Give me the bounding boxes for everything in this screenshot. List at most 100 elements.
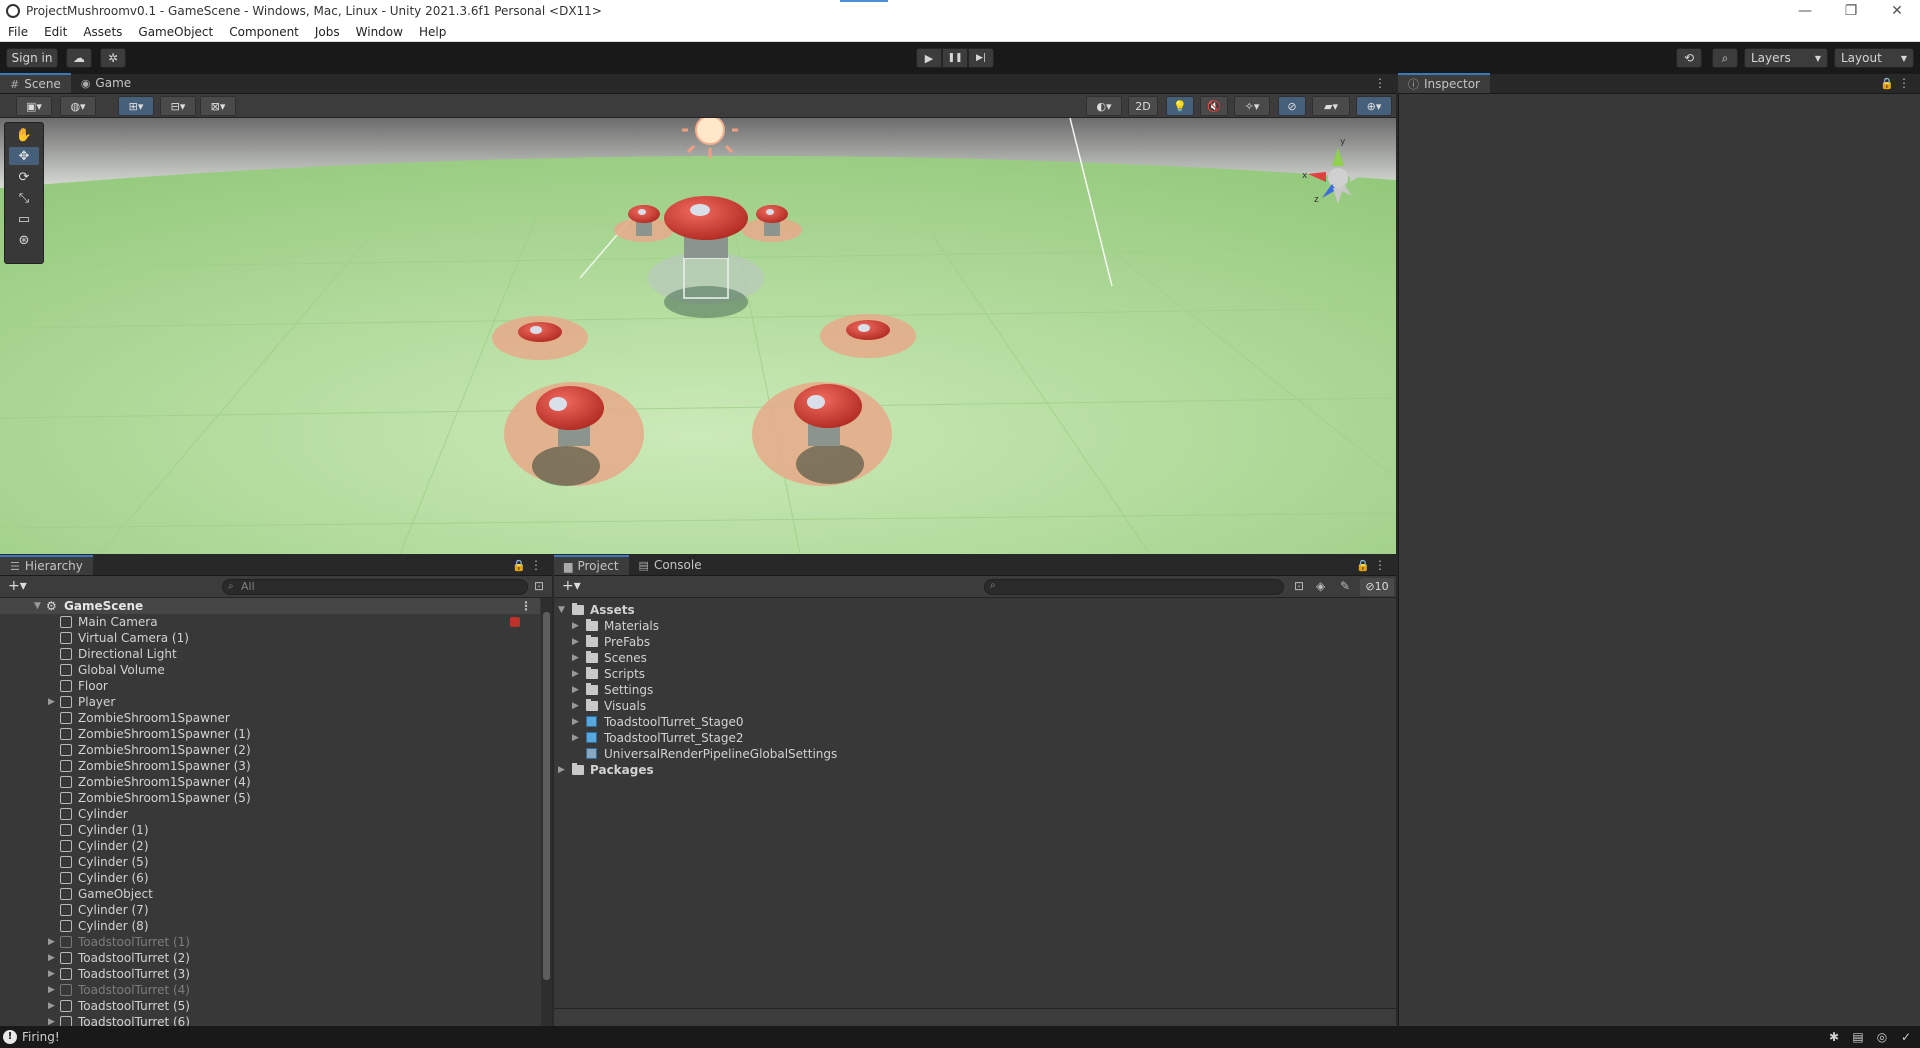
project-search-input[interactable]: ⌕ (984, 579, 1284, 595)
asset-row[interactable]: ▶ ToadstoolTurret_Stage0 (554, 714, 1396, 730)
collapse-arrow-icon[interactable]: ▶ (48, 998, 55, 1014)
hierarchy-row[interactable]: ZombieShroom1Spawner (1) (0, 726, 540, 742)
camera-dropdown[interactable]: ▰▾ (1312, 96, 1350, 116)
more-menu-icon[interactable]: ⋮ (530, 558, 542, 572)
search-icon[interactable]: ⌕ (1712, 48, 1738, 68)
asset-row[interactable]: ▶ ToadstoolTurret_Stage2 (554, 730, 1396, 746)
collapse-arrow-icon[interactable]: ▶ (558, 762, 565, 778)
hierarchy-row[interactable]: Global Volume (0, 662, 540, 678)
transform-tool-icon[interactable]: ⊛ (9, 231, 39, 249)
create-add-icon[interactable]: +▾ (562, 578, 581, 594)
scene-root[interactable]: ▼ ⚙ GameScene ⋮ (0, 598, 540, 614)
play-button[interactable]: ▶ (916, 48, 942, 68)
hierarchy-row[interactable]: ZombieShroom1Spawner (5) (0, 790, 540, 806)
hierarchy-row[interactable]: Cylinder (7) (0, 902, 540, 918)
tab-hierarchy[interactable]: ☰ Hierarchy (0, 555, 93, 575)
global-local-dropdown[interactable]: ◍▾ (60, 96, 96, 116)
hierarchy-row[interactable]: Virtual Camera (1) (0, 630, 540, 646)
tag-icon[interactable]: ✎ (1340, 579, 1350, 593)
scale-tool-icon[interactable]: ⤡ (9, 189, 39, 207)
hierarchy-row[interactable]: ZombieShroom1Spawner (0, 710, 540, 726)
menu-gameobject[interactable]: GameObject (130, 25, 221, 39)
tab-game[interactable]: ◉ Game (71, 73, 141, 93)
folder-row[interactable]: ▶ Scenes (554, 650, 1396, 666)
expand-arrow-icon[interactable]: ▼ (558, 602, 565, 618)
cloud-icon[interactable]: ☁ (66, 48, 92, 68)
hierarchy-row[interactable]: Floor (0, 678, 540, 694)
tab-inspector[interactable]: ⓘ Inspector (1398, 73, 1490, 93)
close-icon[interactable]: ✕ (1874, 0, 1920, 22)
hierarchy-row[interactable]: ▶ ToadstoolTurret (1) (0, 934, 540, 950)
pause-button[interactable]: ❚❚ (942, 48, 968, 68)
layout-dropdown[interactable]: Layout ▼ (1834, 48, 1914, 68)
draw-mode-dropdown[interactable]: ▣▾ (16, 96, 52, 116)
tab-console[interactable]: ▤ Console (629, 555, 712, 575)
collapse-arrow-icon[interactable]: ▶ (48, 966, 55, 982)
toggle-2d-button[interactable]: 2D (1128, 96, 1158, 116)
lock-icon[interactable]: 🔒 (1880, 77, 1894, 90)
collapse-arrow-icon[interactable]: ▶ (48, 982, 55, 998)
create-add-icon[interactable]: +▾ (8, 578, 27, 594)
hierarchy-row[interactable]: Cylinder (6) (0, 870, 540, 886)
hierarchy-row[interactable]: ▶ Player (0, 694, 540, 710)
hierarchy-row[interactable]: ▶ ToadstoolTurret (4) (0, 982, 540, 998)
collapse-arrow-icon[interactable]: ▶ (572, 666, 579, 682)
collapse-arrow-icon[interactable]: ▶ (572, 682, 579, 698)
layers-dropdown[interactable]: Layers ▼ (1744, 48, 1828, 68)
expand-arrow-icon[interactable]: ▼ (34, 598, 41, 614)
scene-viewport[interactable]: y x z (0, 118, 1396, 554)
scene-visibility-icon[interactable]: ⊘ (1278, 96, 1306, 116)
grid-visibility-dropdown[interactable]: ⊟▾ (160, 96, 196, 116)
folder-row[interactable]: ▶ Packages (554, 762, 1396, 778)
menu-jobs[interactable]: Jobs (307, 25, 348, 39)
rect-tool-icon[interactable]: ▭ (9, 210, 39, 228)
hierarchy-row[interactable]: ZombieShroom1Spawner (4) (0, 774, 540, 790)
collab-icon[interactable]: ✲ (100, 48, 126, 68)
restore-icon[interactable]: ❐ (1828, 0, 1874, 22)
lock-icon[interactable]: 🔒 (1356, 559, 1370, 572)
menu-help[interactable]: Help (411, 25, 454, 39)
hierarchy-row[interactable]: Cylinder (2) (0, 838, 540, 854)
collapse-arrow-icon[interactable]: ▶ (572, 698, 579, 714)
scrollbar-thumb[interactable] (543, 612, 550, 980)
menu-file[interactable]: File (0, 25, 36, 39)
tab-project[interactable]: ▆ Project (554, 555, 629, 575)
hierarchy-row[interactable]: Directional Light (0, 646, 540, 662)
hierarchy-row[interactable]: ▶ ToadstoolTurret (5) (0, 998, 540, 1014)
check-icon[interactable]: ✓ (1898, 1029, 1914, 1045)
effects-dropdown[interactable]: ✧▾ (1234, 96, 1270, 116)
sign-in-button[interactable]: Sign in (6, 48, 58, 68)
hand-tool-icon[interactable]: ✋ (9, 126, 39, 144)
collapse-arrow-icon[interactable]: ▶ (572, 730, 579, 746)
menu-component[interactable]: Component (221, 25, 307, 39)
hierarchy-search-input[interactable]: ⌕ All (222, 579, 528, 595)
hidden-packages-toggle[interactable]: ⊘10 (1360, 578, 1394, 596)
collapse-arrow-icon[interactable]: ▶ (572, 714, 579, 730)
collapse-arrow-icon[interactable]: ▶ (572, 618, 579, 634)
hierarchy-row[interactable]: ▶ ToadstoolTurret (3) (0, 966, 540, 982)
hierarchy-row[interactable]: ZombieShroom1Spawner (3) (0, 758, 540, 774)
hierarchy-row[interactable]: Main Camera (0, 614, 540, 630)
increment-snap-dropdown[interactable]: ⊠▾ (200, 96, 236, 116)
rotate-tool-icon[interactable]: ⟳ (9, 168, 39, 186)
scene-visibility-icon[interactable]: ⊡ (534, 579, 544, 593)
minimize-icon[interactable]: — (1782, 0, 1828, 22)
collapse-arrow-icon[interactable]: ▶ (48, 950, 55, 966)
tab-scene[interactable]: # Scene (0, 73, 71, 93)
collapse-arrow-icon[interactable]: ▶ (48, 694, 55, 710)
hierarchy-row[interactable]: Cylinder (5) (0, 854, 540, 870)
lighting-toggle-icon[interactable]: 💡 (1166, 96, 1194, 116)
hierarchy-row[interactable]: Cylinder (8) (0, 918, 540, 934)
folder-row[interactable]: ▶ Settings (554, 682, 1396, 698)
folder-row[interactable]: ▶ PreFabs (554, 634, 1396, 650)
hierarchy-row[interactable]: ZombieShroom1Spawner (2) (0, 742, 540, 758)
grid-snap-dropdown[interactable]: ⊞▾ (118, 96, 154, 116)
more-menu-icon[interactable]: ⋮ (1898, 76, 1910, 90)
hierarchy-row[interactable]: Cylinder (1) (0, 822, 540, 838)
more-menu-icon[interactable]: ⋮ (1374, 558, 1386, 572)
progress-icon[interactable]: ◎ (1874, 1029, 1890, 1045)
hierarchy-row[interactable]: ▶ ToadstoolTurret (2) (0, 950, 540, 966)
folder-row[interactable]: ▶ Scripts (554, 666, 1396, 682)
hierarchy-scrollbar[interactable] (541, 598, 552, 1026)
hierarchy-row[interactable]: GameObject (0, 886, 540, 902)
